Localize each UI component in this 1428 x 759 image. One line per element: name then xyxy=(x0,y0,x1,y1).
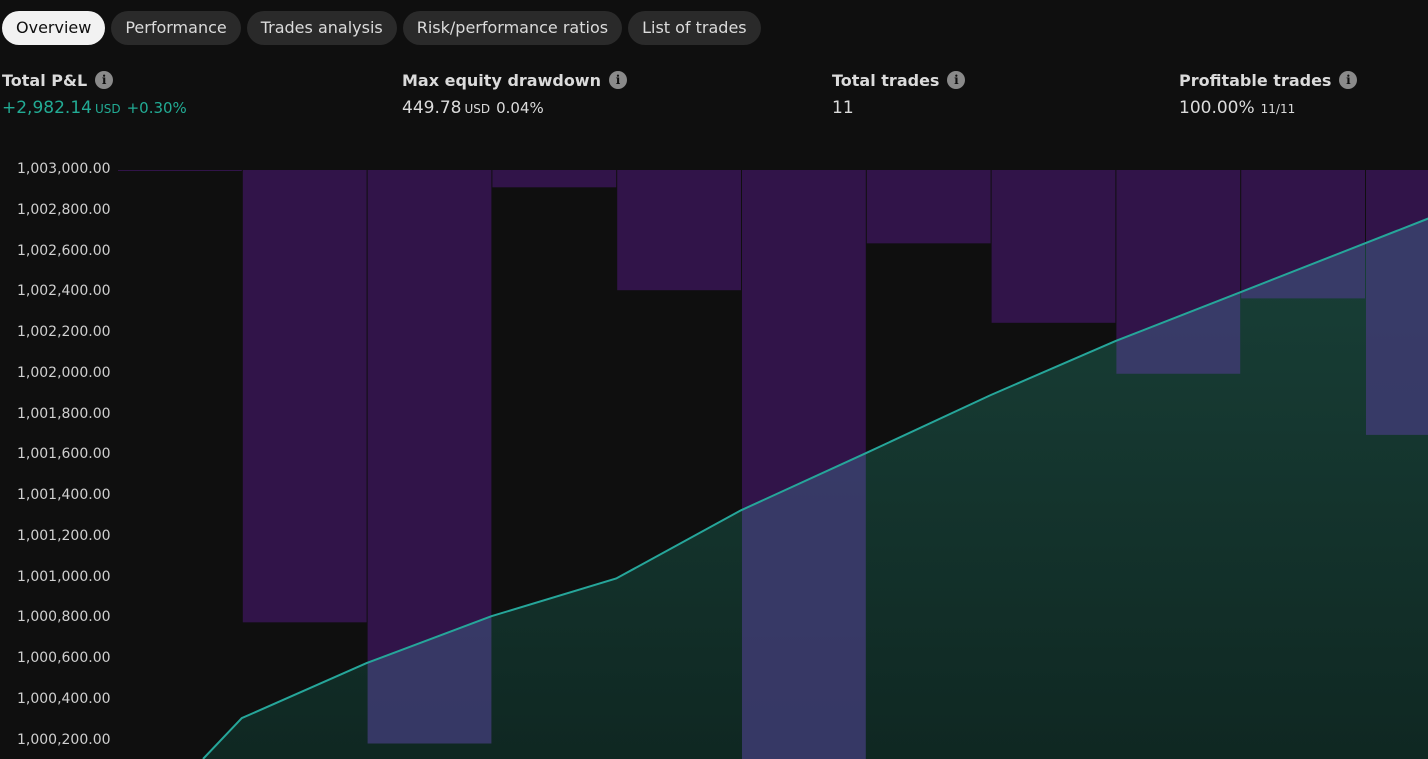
drawdown-bar xyxy=(242,170,367,623)
drawdown-bar xyxy=(991,170,1116,323)
drawdown-bar xyxy=(492,170,617,188)
drawdown-overlap xyxy=(1366,218,1428,435)
drawdown-bar xyxy=(617,170,741,291)
equity-chart xyxy=(118,170,1428,759)
drawdown-bar xyxy=(118,170,242,171)
drawdown-bar xyxy=(866,170,991,244)
